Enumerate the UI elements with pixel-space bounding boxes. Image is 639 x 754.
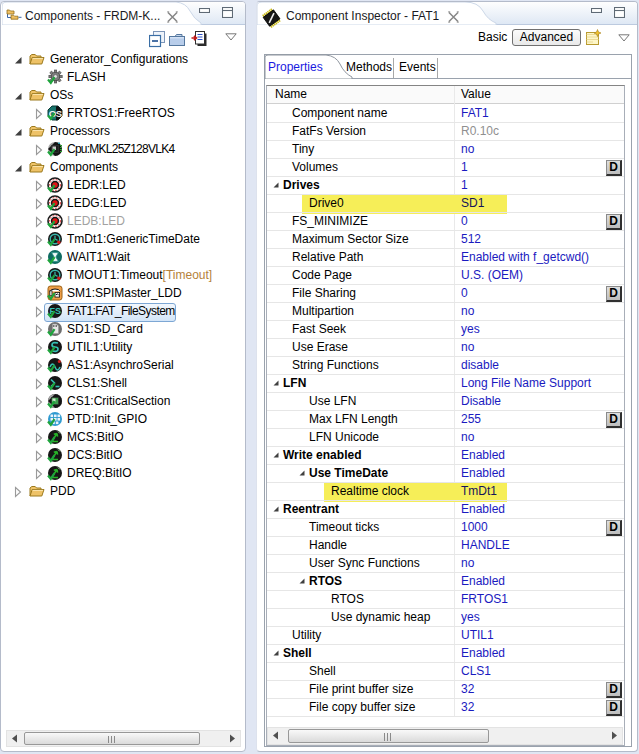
svg-text:OS: OS (49, 108, 62, 119)
